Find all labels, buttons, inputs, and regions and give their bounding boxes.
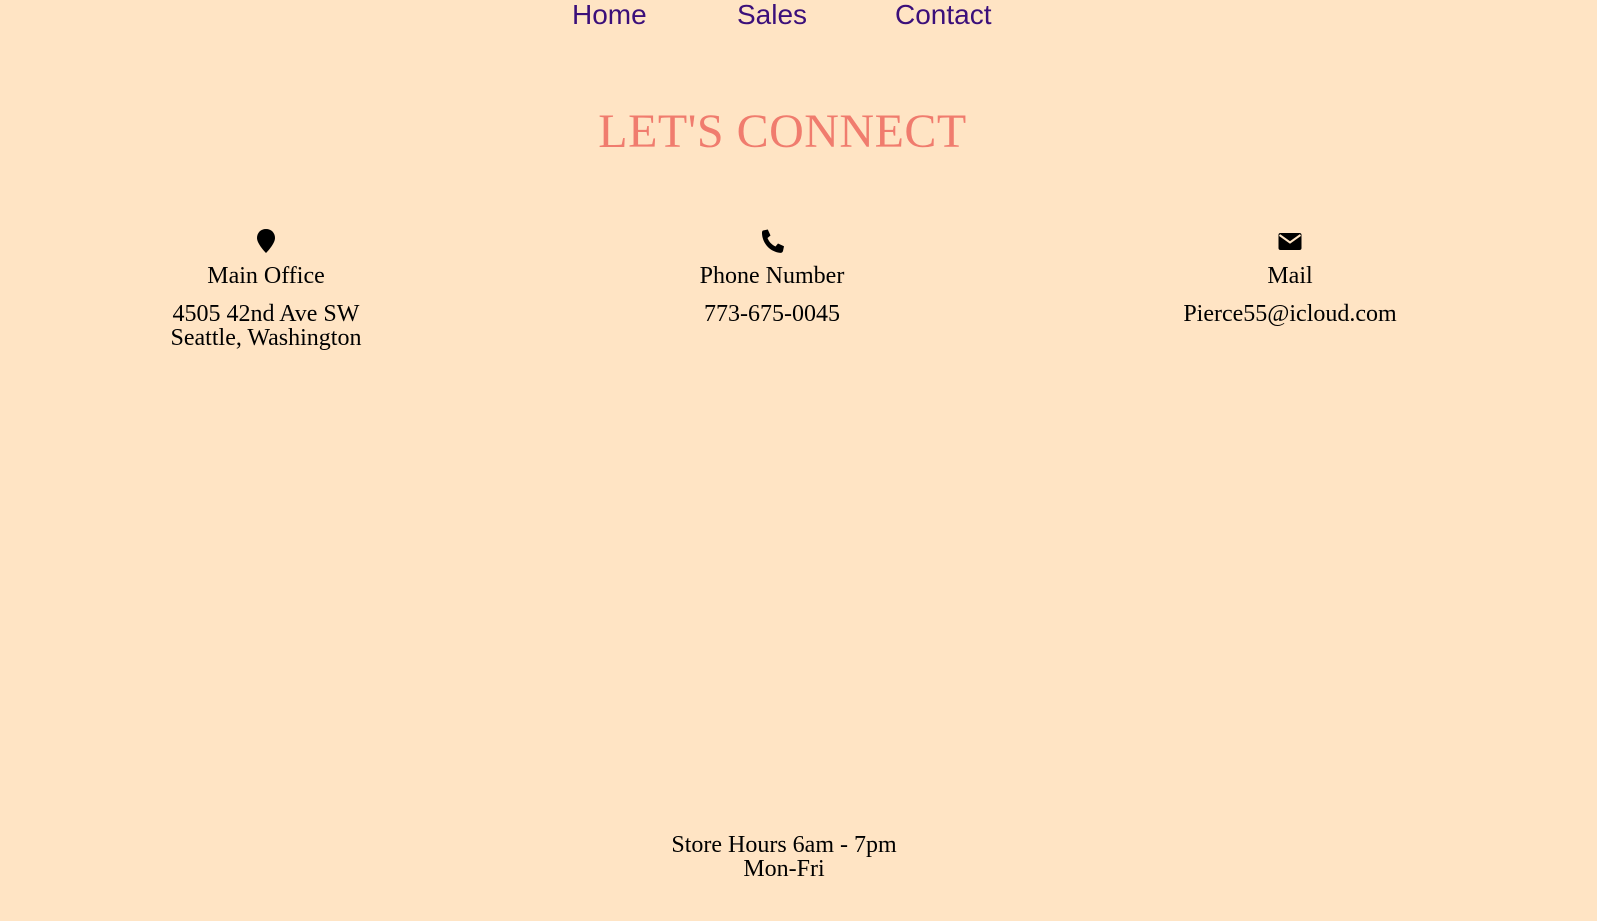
phone-label: Phone Number (699, 263, 845, 289)
store-hours-days: Mon-Fri (743, 856, 825, 882)
top-nav: Home Sales Contact (0, 0, 1597, 40)
office-address-line1: 4505 42nd Ave SW (172, 301, 360, 327)
store-hours-time: Store Hours 6am - 7pm (671, 832, 897, 858)
envelope-icon (1278, 228, 1302, 254)
phone-icon (760, 228, 784, 254)
map-pin-icon (254, 228, 278, 254)
mail-info: Mail Pierce55@icloud.com (1090, 228, 1490, 326)
mail-label: Mail (1267, 263, 1313, 289)
office-label: Main Office (207, 263, 325, 289)
office-address: 4505 42nd Ave SW Seattle, Washington (66, 302, 466, 350)
office-address-line2: Seattle, Washington (170, 325, 362, 351)
phone-number[interactable]: 773-675-0045 (572, 302, 972, 326)
page-title: LET'S CONNECT (598, 105, 967, 158)
store-hours: Store Hours 6am - 7pm Mon-Fri (0, 833, 1568, 881)
nav-link-contact[interactable]: Contact (895, 0, 992, 32)
nav-link-sales[interactable]: Sales (737, 0, 807, 32)
phone-info: Phone Number 773-675-0045 (572, 228, 972, 326)
nav-link-home[interactable]: Home (572, 0, 647, 32)
mail-address[interactable]: Pierce55@icloud.com (1090, 302, 1490, 326)
office-info: Main Office 4505 42nd Ave SW Seattle, Wa… (66, 228, 466, 350)
